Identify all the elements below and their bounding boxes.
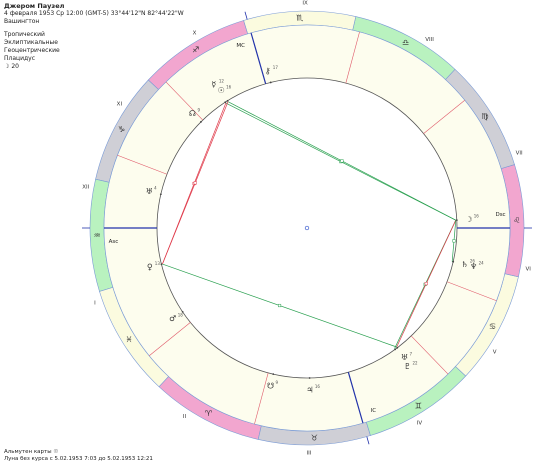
house-number-label: XI <box>117 101 123 107</box>
planet-degree: 16 <box>474 214 480 219</box>
planet-marker <box>455 219 458 222</box>
planet-marker <box>396 346 399 349</box>
natal-chart-wheel[interactable]: ♈♉♊♋♌♍♎♏♐♑♒♓IIIIIIIVVVIVIIVIIIIXXXIXIIAs… <box>0 0 550 470</box>
planet-marker <box>200 121 202 123</box>
planet-degree: 9 <box>276 380 279 385</box>
zodiac-sign-glyph: ♏ <box>296 14 304 23</box>
house-number-label: IX <box>302 1 308 7</box>
aspect-marker <box>424 282 428 286</box>
house-number-label: V <box>493 350 497 356</box>
planet-glyph: ☊ <box>189 109 196 118</box>
house-number-label: II <box>183 414 187 420</box>
house-number-label: VI <box>526 267 532 273</box>
axis-label-ic: IC <box>371 408 377 414</box>
planet-glyph: ⚷ <box>265 66 271 75</box>
planet-glyph: ♄ <box>461 260 468 269</box>
axis-label-dsc: Dsc <box>495 212 505 218</box>
planet-glyph: ♇ <box>404 362 411 371</box>
planet-glyph: ♀ <box>147 263 153 272</box>
aspect-marker <box>277 303 282 308</box>
axis-label-asc: Asc <box>109 239 119 245</box>
planet-degree: 16 <box>315 384 321 389</box>
sun-icon: ☉ <box>53 449 59 455</box>
planet-degree: 12 <box>219 79 225 84</box>
zodiac-sign-glyph: ♈ <box>205 409 212 418</box>
planet-glyph: ♅ <box>146 187 153 196</box>
planet-degree: 4 <box>154 186 157 191</box>
axis-label-mc: MC <box>236 43 245 49</box>
planet-degree: 17 <box>273 65 279 70</box>
planet-marker <box>272 373 275 376</box>
planet-glyph: ☿ <box>211 80 216 89</box>
planet-degree: 13 <box>155 261 161 266</box>
zodiac-sign-glyph: ♍ <box>482 112 489 121</box>
axis-tick <box>366 436 370 445</box>
zodiac-sign-glyph: ♓ <box>125 335 132 344</box>
planet-glyph: ♅ <box>401 353 408 362</box>
zodiac-sign-glyph: ♌ <box>513 216 520 225</box>
aspect-circle <box>156 77 458 379</box>
zodiac-sign-glyph: ♒ <box>94 231 101 240</box>
house-number-label: IV <box>417 420 423 426</box>
zodiac-sign-glyph: ♑ <box>118 125 125 134</box>
planet-degree: 18 <box>178 313 184 318</box>
aspect-marker <box>193 181 197 185</box>
planet-glyph: ☉ <box>218 86 225 95</box>
planet-glyph: ♂ <box>169 314 176 323</box>
planet-degree: 22 <box>413 360 419 365</box>
planet-marker <box>269 81 272 84</box>
planet-glyph: ☽ <box>465 215 472 224</box>
zodiac-sign-glyph: ♐ <box>192 45 199 54</box>
house-number-label: XII <box>82 184 89 190</box>
house-number-label: VIII <box>425 37 434 43</box>
aspect-marker <box>452 239 456 243</box>
planet-marker <box>226 99 229 102</box>
house-number-label: I <box>94 301 96 307</box>
planet-marker <box>394 348 397 351</box>
planet-marker <box>159 193 162 196</box>
planet-glyph: ☋ <box>267 381 274 390</box>
aspect-marker <box>340 159 344 163</box>
planet-degree: 24 <box>479 260 485 265</box>
planet-degree: 9 <box>197 107 200 112</box>
planet-marker <box>224 101 227 104</box>
almuten-label: Альмутен карты <box>4 449 52 455</box>
house-number-label: III <box>307 450 312 456</box>
planet-glyph: ♃ <box>306 385 313 394</box>
planet-marker <box>181 310 184 313</box>
planet-glyph: ♆ <box>470 262 477 271</box>
house-number-label: X <box>193 31 197 37</box>
planet-marker <box>308 377 311 379</box>
zodiac-sign-glyph: ♊ <box>415 402 422 411</box>
void-moon-line: Луна без курса с 5.02.1953 7:03 до 5.02.… <box>4 456 153 462</box>
house-number-label: VII <box>516 150 523 156</box>
planet-marker <box>160 263 163 266</box>
zodiac-sign-glyph: ♋ <box>489 322 496 331</box>
zodiac-sign-glyph: ♉ <box>311 433 318 442</box>
zodiac-sign-glyph: ♎ <box>402 38 409 47</box>
planet-degree: 16 <box>226 85 232 90</box>
axis-tick <box>244 11 248 20</box>
planet-degree: 7 <box>409 351 412 356</box>
chart-footer: Альмутен карты ☉ Луна без курса с 5.02.1… <box>4 449 153 463</box>
